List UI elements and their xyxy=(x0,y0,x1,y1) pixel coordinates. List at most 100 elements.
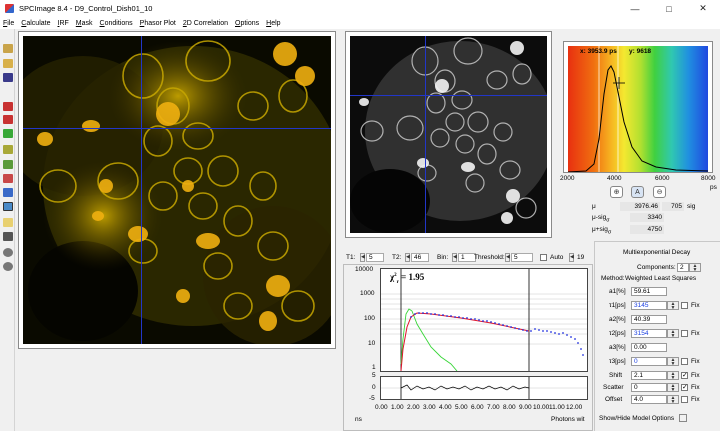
menu-conditions[interactable]: Conditions xyxy=(100,20,133,27)
mu-plus-sub: σ xyxy=(607,229,612,236)
threshold-label: Threshold: xyxy=(474,254,505,261)
param-field-a1[interactable]: 59.61 xyxy=(631,287,667,296)
method-label: Method: xyxy=(601,275,625,282)
param-field-offset[interactable]: 4.0 xyxy=(631,395,667,404)
menu-mask[interactable]: Mask xyxy=(76,20,93,27)
param-field-a3[interactable]: 0.00 xyxy=(631,343,667,352)
chi-value: = 1.95 xyxy=(401,272,425,282)
zoom-out-hist-button[interactable]: ⊖ xyxy=(653,186,666,198)
fix-checkbox-tau3[interactable] xyxy=(681,358,688,365)
t2-spinner[interactable]: ◀ xyxy=(405,253,410,262)
close-button[interactable]: ✕ xyxy=(686,0,720,17)
fix-checkbox-tau2[interactable] xyxy=(681,330,688,337)
chi-sub: r xyxy=(396,279,399,285)
param-field-a2[interactable]: 40.39 xyxy=(631,315,667,324)
show-hide-label: Show/Hide Model Options xyxy=(599,415,675,422)
minimize-button[interactable]: — xyxy=(618,0,652,17)
menu-help[interactable]: Help xyxy=(266,20,280,27)
param-spinner-tau3[interactable]: ▲ ▼ xyxy=(667,357,679,367)
method-value[interactable]: Weighted Least Squares xyxy=(625,275,696,282)
components-spinner[interactable]: ▲ ▼ xyxy=(689,263,701,273)
x-tick-8: 8.00 xyxy=(503,404,516,411)
components-field[interactable]: 2 xyxy=(677,263,689,272)
t1-field[interactable]: 5 xyxy=(366,253,384,262)
x-tick-9: 9.00 xyxy=(519,404,532,411)
cursor-y-readout: y: 9618 xyxy=(629,48,652,55)
cursor-x-readout: x: 3953.9 ps xyxy=(580,48,617,55)
zoom-out-icon[interactable] xyxy=(3,262,13,271)
x-tick-2: 2.00 xyxy=(407,404,420,411)
param-field-tau2[interactable]: 3154 xyxy=(631,329,667,338)
save-icon[interactable] xyxy=(3,73,13,82)
param-spinner-offset[interactable]: ▲ ▼ xyxy=(667,395,679,405)
fix-checkbox-tau1[interactable] xyxy=(681,302,688,309)
threshold-field[interactable]: 5 xyxy=(511,253,533,262)
menu-phasor-plot[interactable]: Phasor Plot xyxy=(140,20,176,27)
fix-checkbox-offset[interactable] xyxy=(681,396,688,403)
menu-2d-correlation[interactable]: 2D Correlation xyxy=(183,20,228,27)
window-title: SPCImage 8.4 - D9_Control_Dish01_10 xyxy=(19,4,153,13)
unlock-icon[interactable] xyxy=(3,115,13,124)
menu-bar: File Calculate IRF Mask Conditions Phaso… xyxy=(0,17,720,29)
menu-irf[interactable]: IRF xyxy=(58,20,69,27)
param-spinner-tau2[interactable]: ▲ ▼ xyxy=(667,329,679,339)
param-label-scatter: Scatter xyxy=(603,384,624,391)
x-tick-6: 6.00 xyxy=(471,404,484,411)
folder-icon[interactable] xyxy=(3,59,13,68)
param-field-scatter[interactable]: 0 xyxy=(631,383,667,392)
param-spinner-shift[interactable]: ▲ ▼ xyxy=(667,371,679,381)
pencil-icon[interactable] xyxy=(3,145,13,154)
param-label-offset: Offset xyxy=(605,396,623,403)
title-bar: SPCImage 8.4 - D9_Control_Dish01_10 — □ … xyxy=(0,0,720,17)
lifetime-image-canvas xyxy=(23,36,331,344)
decay-plot[interactable]: χ2r = 1.95 xyxy=(380,268,588,372)
open-file-icon[interactable] xyxy=(3,44,13,53)
show-hide-button[interactable] xyxy=(679,414,687,422)
binning-icon[interactable] xyxy=(3,232,13,241)
y-tick-100: 100 xyxy=(364,315,375,322)
t1-spinner[interactable]: ◀ xyxy=(360,253,365,262)
intensity-crosshair-vertical xyxy=(425,36,426,233)
zoom-in-icon[interactable] xyxy=(3,248,13,257)
zoom-in-hist-button[interactable]: ⊕ xyxy=(610,186,623,198)
param-field-tau1[interactable]: 3145 xyxy=(631,301,667,310)
menu-options[interactable]: Options xyxy=(235,20,259,27)
color-icon[interactable] xyxy=(3,174,13,183)
param-label-shift: Shift xyxy=(609,372,623,379)
extra-spinner[interactable]: ◀ xyxy=(569,253,574,262)
t2-field[interactable]: 46 xyxy=(411,253,429,262)
sig-label: sig xyxy=(687,203,696,210)
bars-icon[interactable] xyxy=(3,218,13,227)
param-spinner-tau1[interactable]: ▲ ▼ xyxy=(667,301,679,311)
lifetime-image[interactable] xyxy=(23,36,331,344)
lock-icon[interactable] xyxy=(3,102,13,111)
auto-checkbox[interactable] xyxy=(540,254,547,261)
param-label-a1: a1[%] xyxy=(609,288,626,295)
hist-tick-6000: 6000 xyxy=(655,175,670,182)
arrow-icon[interactable] xyxy=(3,129,13,138)
param-field-tau3[interactable]: 0 xyxy=(631,357,667,366)
intensity-image[interactable] xyxy=(350,36,547,233)
resid-tick-0: 0 xyxy=(372,384,376,391)
crosshair-vertical xyxy=(141,36,142,344)
layers-icon[interactable] xyxy=(3,188,13,197)
model-panel: Multiexponential Decay Components: 2 ▲ ▼ … xyxy=(594,241,720,431)
fix-checkbox-scatter[interactable]: ✓ xyxy=(681,384,688,391)
param-spinner-scatter[interactable]: ▲ ▼ xyxy=(667,383,679,393)
mu-label: μ xyxy=(592,203,596,210)
menu-file[interactable]: File xyxy=(3,20,14,27)
hist-tick-2000: 2000 xyxy=(560,175,575,182)
auto-scale-button[interactable]: A xyxy=(631,186,644,198)
mask-icon[interactable] xyxy=(3,160,13,169)
fix-checkbox-shift[interactable]: ✓ xyxy=(681,372,688,379)
lifetime-histogram[interactable]: x: 3953.9 ps y: 9618 xyxy=(566,44,710,173)
param-field-shift[interactable]: 2.1 xyxy=(631,371,667,380)
bin-spinner[interactable]: ◀ xyxy=(452,253,457,262)
maximize-button[interactable]: □ xyxy=(652,0,686,17)
model-header: Multiexponential Decay xyxy=(623,249,691,256)
menu-calculate[interactable]: Calculate xyxy=(21,20,50,27)
grid-icon[interactable] xyxy=(3,202,13,211)
threshold-spinner[interactable]: ◀ xyxy=(505,253,510,262)
y-tick-10: 10 xyxy=(368,340,376,347)
mu-minus-value: 3340 xyxy=(630,213,664,222)
